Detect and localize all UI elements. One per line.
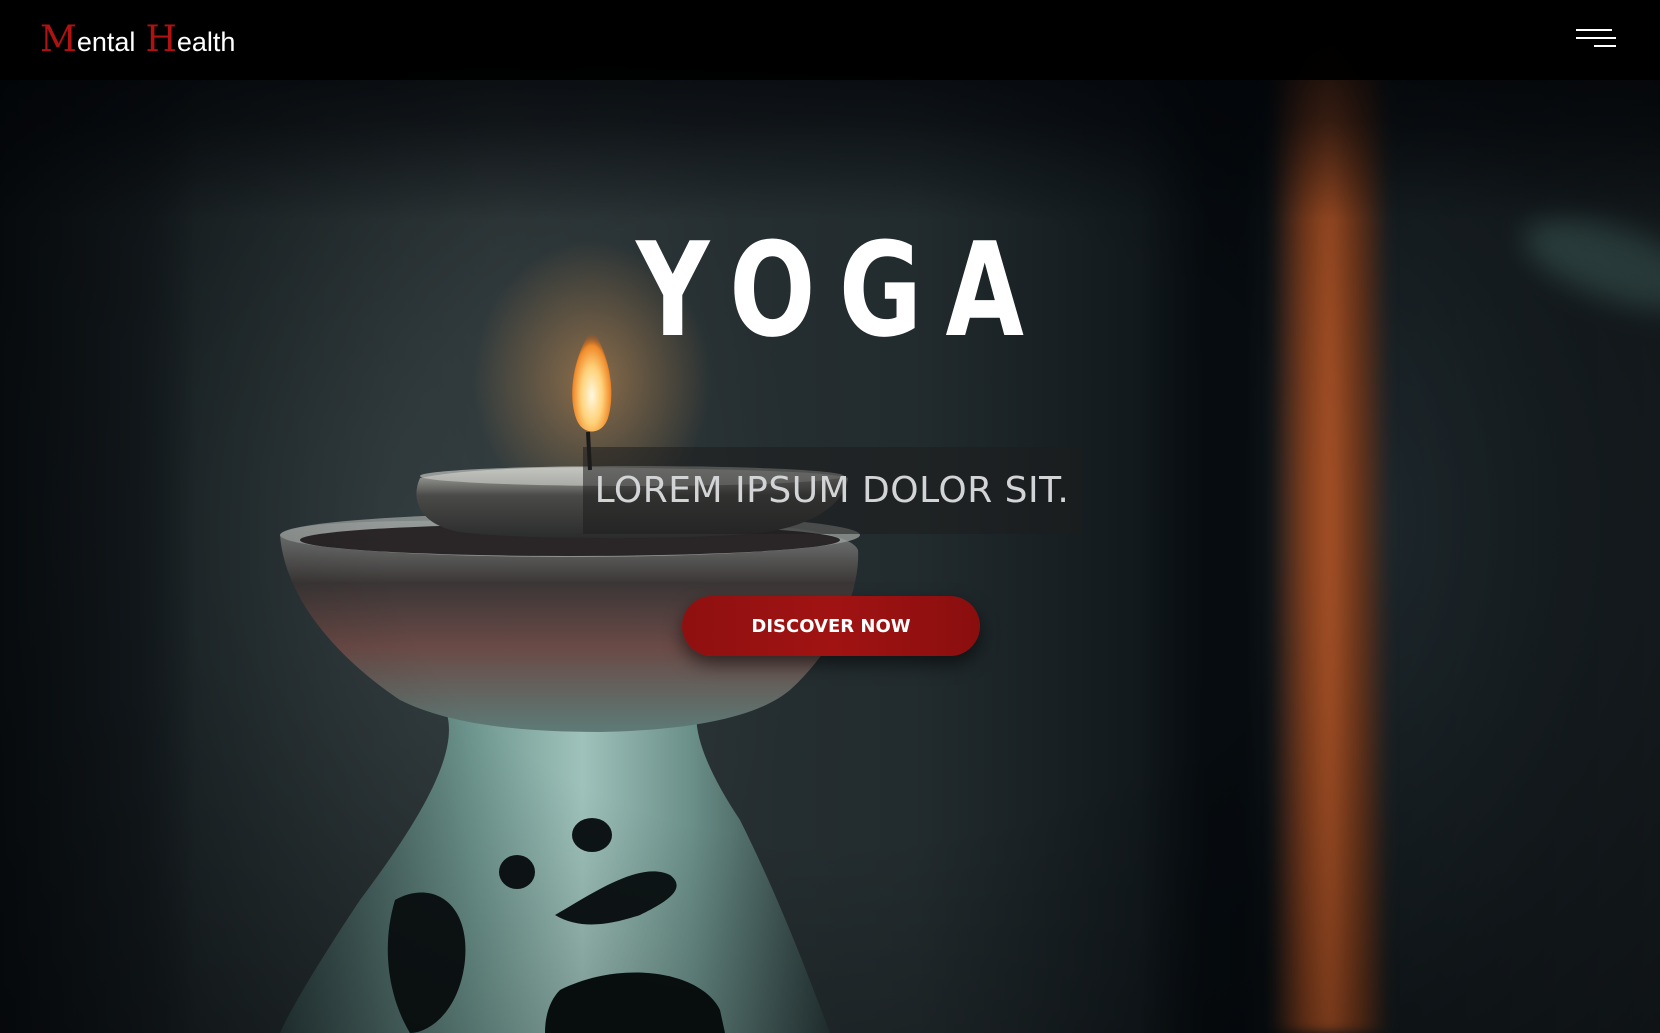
hero-subtitle-box: LOREM IPSUM DOLOR SIT. <box>583 447 1081 534</box>
page: M ental H ealth YOGA LOREM IPSUM DOLOR S… <box>0 0 1660 1033</box>
hero-subtitle: LOREM IPSUM DOLOR SIT. <box>594 470 1070 511</box>
discover-now-button[interactable]: DISCOVER NOW <box>682 596 980 656</box>
logo-initial-h: H <box>145 19 177 60</box>
logo-initial-m: M <box>40 19 77 60</box>
logo-word-ental: ental <box>76 27 136 57</box>
menu-line-1 <box>1576 29 1612 31</box>
top-navbar: M ental H ealth <box>0 0 1660 80</box>
hamburger-menu-icon[interactable] <box>1576 25 1620 55</box>
menu-line-2 <box>1576 37 1616 39</box>
site-logo[interactable]: M ental H ealth <box>40 22 245 58</box>
menu-line-3 <box>1594 45 1616 47</box>
logo-word-ealth: ealth <box>176 27 236 57</box>
hero-section: YOGA LOREM IPSUM DOLOR SIT. DISCOVER NOW <box>0 0 1660 1033</box>
hero-title: YOGA <box>636 214 1048 366</box>
